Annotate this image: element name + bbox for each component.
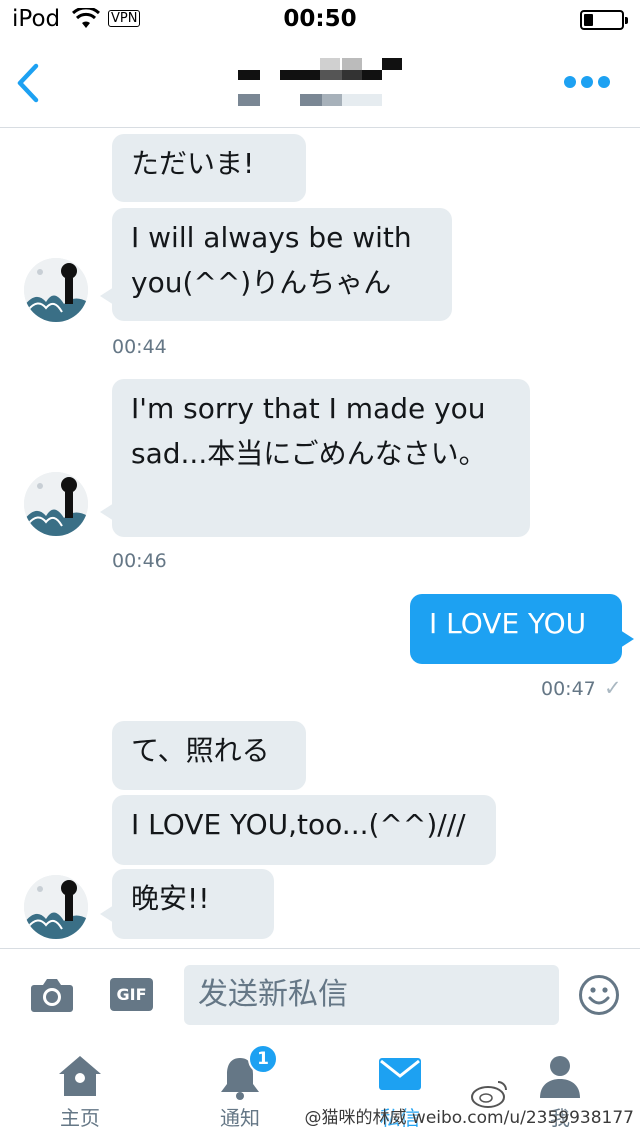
avatar[interactable] <box>24 472 88 536</box>
home-icon <box>59 1056 101 1096</box>
avatar[interactable] <box>24 875 88 939</box>
camera-icon[interactable] <box>30 977 74 1017</box>
message-bubble-incoming: 晚安!! <box>100 869 274 939</box>
message-composer: GIF 发送新私信 <box>0 948 640 1040</box>
notification-badge: 1 <box>248 1044 278 1074</box>
envelope-icon <box>379 1058 421 1090</box>
read-check-icon: ✓ <box>604 676 622 700</box>
battery-icon <box>580 10 628 30</box>
status-bar: iPod VPN 00:50 <box>0 0 640 40</box>
message-bubble-incoming: I will always be with you(^^)りんちゃん <box>100 208 452 321</box>
nav-bar <box>0 40 640 128</box>
message-bubble-incoming: ただいま! <box>112 134 306 202</box>
timestamp: 00:44 <box>112 336 167 358</box>
message-bubble-incoming: I LOVE YOU,too...(^^)/// <box>112 795 496 865</box>
tab-label: 通知 <box>220 1106 260 1130</box>
pixelated-contact-name <box>238 58 408 108</box>
timestamp: 00:47 <box>541 678 596 700</box>
weibo-watermark: @猫咪的林威 weibo.com/u/2359938177 <box>304 1108 634 1128</box>
avatar[interactable] <box>24 258 88 322</box>
dm-conversation-screen: iPod VPN 00:50 ただいま! I will always be wi… <box>0 0 640 1136</box>
message-bubble-incoming: て、照れる <box>112 721 306 790</box>
chevron-left-icon[interactable] <box>12 60 48 106</box>
message-list[interactable]: ただいま! I will always be with you(^^)りんちゃん… <box>0 129 640 948</box>
person-icon <box>540 1056 580 1098</box>
message-bubble-incoming: I'm sorry that I made you sad...本当にごめんなさ… <box>100 379 530 537</box>
clock: 00:50 <box>283 6 357 32</box>
tab-home[interactable]: 主页 <box>20 1040 140 1136</box>
message-bubble-outgoing: I LOVE YOU <box>410 594 634 664</box>
message-input[interactable]: 发送新私信 <box>184 965 559 1025</box>
smiley-icon[interactable] <box>578 974 620 1020</box>
tab-label: 主页 <box>60 1106 100 1130</box>
gif-button[interactable]: GIF <box>110 978 153 1011</box>
timestamp: 00:46 <box>112 550 167 572</box>
more-dots-icon[interactable] <box>564 76 610 88</box>
tab-notifications[interactable]: 1 通知 <box>180 1040 300 1136</box>
